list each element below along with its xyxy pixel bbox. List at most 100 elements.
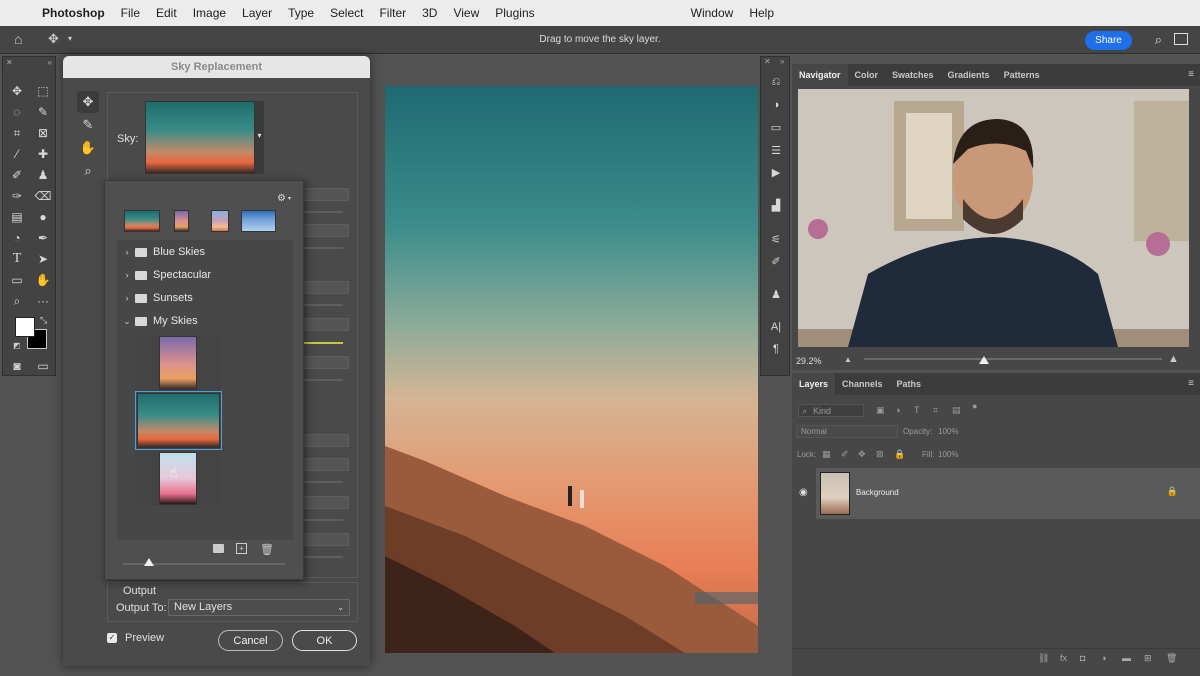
sky-preset-thumbnail-selected[interactable] <box>137 393 220 448</box>
link-layers-icon[interactable]: ⛓ <box>1038 653 1049 664</box>
panel-menu-icon[interactable]: ≡ <box>1188 69 1194 80</box>
eyedropper-icon[interactable]: ⁄ <box>7 144 27 164</box>
panel-menu-icon[interactable]: ≡ <box>1188 378 1194 389</box>
menu-file[interactable]: File <box>113 6 148 20</box>
eye-icon[interactable]: ◉ <box>799 487 808 498</box>
folder-blue-skies[interactable]: › Blue Skies <box>119 241 279 263</box>
zoom-out-icon[interactable]: ▲ <box>844 355 852 364</box>
menu-type[interactable]: Type <box>280 6 322 20</box>
menu-layer[interactable]: Layer <box>234 6 280 20</box>
new-layer-icon[interactable]: ⊞ <box>1144 653 1152 664</box>
workspace-icon[interactable] <box>1174 33 1188 45</box>
recent-sky-thumbnail[interactable] <box>241 210 276 232</box>
filter-shape-icon[interactable]: ⌗ <box>933 405 938 416</box>
clone-source-icon[interactable]: ♟ <box>766 285 786 303</box>
default-colors-icon[interactable]: ◩ <box>13 341 21 350</box>
group-icon[interactable]: ▬ <box>1122 653 1131 663</box>
delete-layer-icon[interactable]: 🗑 <box>1166 653 1177 664</box>
menu-filter[interactable]: Filter <box>371 6 414 20</box>
adjustments-icon[interactable]: ◑ <box>766 96 786 114</box>
folder-my-skies[interactable]: ⌄ My Skies <box>119 310 279 332</box>
menu-3d[interactable]: 3D <box>414 6 445 20</box>
lock-position-icon[interactable]: ✥ <box>858 449 866 460</box>
recent-sky-thumbnail[interactable] <box>174 210 189 232</box>
tab-navigator[interactable]: Navigator <box>792 64 848 86</box>
delete-icon[interactable]: 🗑 <box>260 543 274 556</box>
lasso-icon[interactable]: ◌ <box>7 102 27 122</box>
blur-icon[interactable]: ● <box>33 207 53 227</box>
search-icon[interactable]: ⌕ <box>1155 32 1162 48</box>
fill-value[interactable]: 100% <box>938 450 958 459</box>
filter-pixel-icon[interactable]: ▣ <box>876 405 885 416</box>
lock-pixels-icon[interactable]: ▦ <box>822 449 831 460</box>
mask-icon[interactable]: ◘ <box>1080 653 1085 663</box>
sky-dropdown-chevron-icon[interactable]: ▾ <box>255 101 264 174</box>
properties-icon[interactable]: ☰ <box>766 141 786 159</box>
tab-swatches[interactable]: Swatches <box>885 64 941 86</box>
menu-view[interactable]: View <box>445 6 487 20</box>
path-select-icon[interactable]: ➤ <box>33 249 53 269</box>
layer-row[interactable]: Background 🔒 <box>816 468 1200 519</box>
pen-icon[interactable]: ✒ <box>33 228 53 248</box>
tab-color[interactable]: Color <box>848 64 886 86</box>
hand-tool-icon[interactable]: ✋ <box>77 137 99 159</box>
crop-icon[interactable]: ⌗ <box>7 123 27 143</box>
sky-brush-tool-icon[interactable]: ✎ <box>77 114 99 136</box>
stamp-icon[interactable]: ♟ <box>33 165 53 185</box>
document-canvas[interactable] <box>385 86 758 653</box>
folder-sunsets[interactable]: › Sunsets <box>119 287 279 309</box>
brushes-icon[interactable]: ✐ <box>766 252 786 270</box>
brush-settings-icon[interactable]: ⚟ <box>766 230 786 248</box>
swap-colors-icon[interactable]: ⤡ <box>40 315 47 326</box>
adjustment-layer-icon[interactable]: ◑ <box>1101 653 1106 663</box>
folder-spectacular[interactable]: › Spectacular <box>119 264 279 286</box>
comments-icon[interactable]: ▭ <box>766 118 786 136</box>
history-icon[interactable]: ⎌ <box>766 73 786 91</box>
blend-mode-select[interactable]: Normal <box>796 425 898 438</box>
new-group-icon[interactable] <box>213 544 224 553</box>
hand-icon[interactable]: ✋ <box>33 270 53 290</box>
preview-checkbox[interactable]: ✓ <box>107 633 117 643</box>
filter-smart-icon[interactable]: ▤ <box>952 405 961 416</box>
filter-toggle-icon[interactable]: ● <box>972 401 977 411</box>
tab-gradients[interactable]: Gradients <box>941 64 997 86</box>
move-icon[interactable]: ✥ <box>7 81 27 101</box>
slider-thumb[interactable] <box>144 558 154 566</box>
marquee-icon[interactable]: ⬚ <box>33 81 53 101</box>
tab-paths[interactable]: Paths <box>890 373 929 395</box>
histogram-icon[interactable]: ▟ <box>766 196 786 214</box>
share-button[interactable]: Share <box>1085 31 1132 50</box>
character-icon[interactable]: A| <box>766 318 786 336</box>
zoom-slider-thumb[interactable] <box>979 356 989 364</box>
zoom-icon[interactable]: ⌕ <box>7 291 27 311</box>
quick-mask-icon[interactable]: ◙ <box>7 356 27 376</box>
filter-type-icon[interactable]: T <box>914 405 920 415</box>
healing-icon[interactable]: ✚ <box>33 144 53 164</box>
zoom-in-icon[interactable]: ▲ <box>1168 353 1179 365</box>
rectangle-icon[interactable]: ▭ <box>7 270 27 290</box>
tab-patterns[interactable]: Patterns <box>997 64 1047 86</box>
cancel-button[interactable]: Cancel <box>218 630 283 651</box>
fx-icon[interactable]: fx <box>1060 653 1067 663</box>
filter-adjustment-icon[interactable]: ◑ <box>895 405 900 415</box>
tab-channels[interactable]: Channels <box>835 373 890 395</box>
close-icon[interactable]: ✕ <box>764 57 771 66</box>
lock-artboard-icon[interactable]: ⊠ <box>876 449 884 460</box>
screen-mode-icon[interactable]: ▭ <box>33 356 53 376</box>
dodge-icon[interactable]: ◔ <box>7 228 27 248</box>
expand-icon[interactable]: » <box>780 57 784 66</box>
sky-preset-thumbnail[interactable] <box>159 336 197 390</box>
history-brush-icon[interactable]: ✑ <box>7 186 27 206</box>
lock-all-icon[interactable]: 🔒 <box>894 449 905 460</box>
tab-layers[interactable]: Layers <box>792 373 836 395</box>
recent-sky-thumbnail[interactable] <box>124 210 160 232</box>
lock-icon[interactable]: 🔒 <box>1167 486 1178 497</box>
menu-edit[interactable]: Edit <box>148 6 185 20</box>
sky-move-tool-icon[interactable]: ✥ <box>77 91 99 113</box>
type-icon[interactable]: T <box>7 249 27 269</box>
menu-help[interactable]: Help <box>741 6 782 20</box>
gradient-icon[interactable]: ▤ <box>7 207 27 227</box>
menu-window[interactable]: Window <box>683 6 742 20</box>
menu-app[interactable]: Photoshop <box>42 6 113 20</box>
sky-preset-thumbnail[interactable] <box>159 452 197 505</box>
